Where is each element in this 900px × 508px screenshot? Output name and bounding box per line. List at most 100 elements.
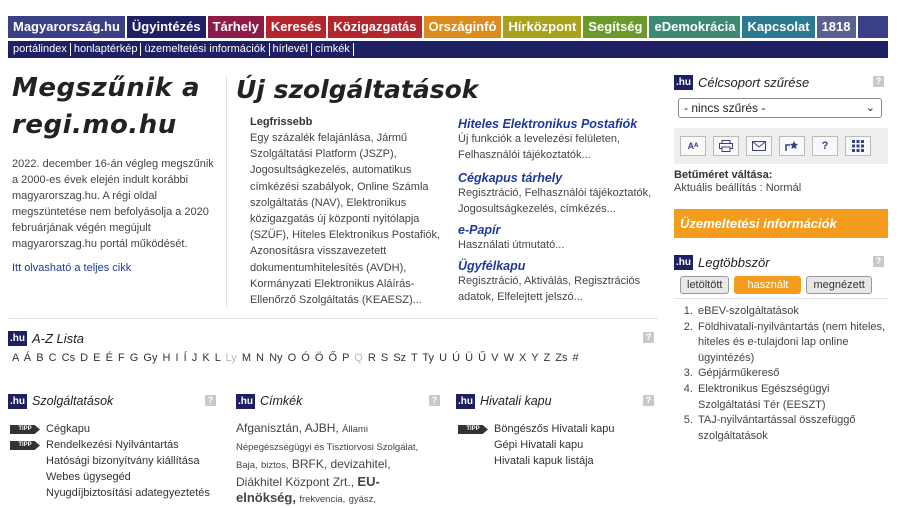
az-letter-6[interactable]: E — [93, 352, 100, 364]
subnav-link-2[interactable]: üzemeltetési információk — [141, 43, 270, 56]
az-letter-10[interactable]: Gy — [143, 352, 157, 364]
list-item[interactable]: TIPP Cégkapu — [8, 421, 220, 437]
service-title[interactable]: Cégkapus tárhely — [458, 170, 658, 186]
bookmark-button[interactable] — [779, 136, 805, 156]
service-title[interactable]: e-Papír — [458, 222, 658, 238]
list-item[interactable]: Hivatali kapuk listája — [456, 453, 658, 469]
az-letter-31[interactable]: Ty — [422, 352, 434, 364]
az-letter-25[interactable]: P — [342, 352, 349, 364]
az-letter-23[interactable]: Ö — [315, 352, 324, 364]
az-letter-7[interactable]: É — [106, 352, 113, 364]
feature-title[interactable]: Megszűnik a regi.mo.hu — [12, 70, 222, 144]
most-tab-2[interactable]: megnézett — [806, 276, 872, 294]
az-letter-18[interactable]: M — [242, 352, 251, 364]
most-tab-1[interactable]: használt — [734, 276, 802, 294]
az-letter-30[interactable]: T — [411, 352, 418, 364]
tag-link[interactable]: Diákhitel Központ Zrt., — [236, 475, 354, 489]
az-letter-20[interactable]: Ny — [269, 352, 282, 364]
az-letter-1[interactable]: Á — [24, 352, 31, 364]
az-letter-14[interactable]: J — [192, 352, 198, 364]
list-item[interactable]: Hatósági bizonyítvány kiállítása — [8, 453, 220, 469]
nav-tab-4[interactable]: Közigazgatás — [328, 16, 424, 38]
tag-link[interactable]: Afganisztán, — [236, 421, 302, 435]
nav-tab-3[interactable]: Keresés — [265, 16, 329, 38]
az-letter-8[interactable]: F — [118, 352, 125, 364]
help-icon[interactable]: ? — [873, 256, 884, 267]
tag-link[interactable]: devizahitel, — [331, 457, 391, 471]
az-letter-39[interactable]: Y — [531, 352, 538, 364]
az-letter-28[interactable]: S — [381, 352, 388, 364]
help-icon[interactable]: ? — [873, 76, 884, 87]
list-item[interactable]: Gépi Hivatali kapu — [456, 437, 658, 453]
subnav-link-0[interactable]: portálindex — [10, 43, 71, 56]
nav-tab-7[interactable]: Segítség — [583, 16, 650, 38]
nav-tab-5[interactable]: Országinfó — [423, 16, 504, 38]
font-size-button[interactable]: Aᴬ — [680, 136, 706, 156]
az-letter-3[interactable]: C — [49, 352, 57, 364]
tag-link[interactable]: AJBH, — [305, 421, 339, 435]
most-list-item[interactable]: Gépjárműkereső — [696, 366, 888, 382]
az-letter-32[interactable]: U — [439, 352, 447, 364]
most-tab-0[interactable]: letöltött — [680, 276, 730, 294]
az-letter-16[interactable]: L — [215, 352, 221, 364]
az-letter-37[interactable]: W — [504, 352, 514, 364]
subnav-link-3[interactable]: hírlevél — [270, 43, 312, 56]
nav-tab-8[interactable]: eDemokrácia — [649, 16, 743, 38]
service-title[interactable]: Ügyfélkapu — [458, 258, 658, 274]
az-letter-9[interactable]: G — [130, 352, 139, 364]
az-letter-42[interactable]: # — [573, 352, 579, 364]
audience-filter-select[interactable]: - nincs szűrés - ⌄ — [678, 98, 882, 118]
new-services-title[interactable]: Új szolgáltatások — [236, 70, 656, 110]
list-item[interactable]: TIPP Böngészős Hivatali kapu — [456, 421, 658, 437]
tag-link[interactable]: biztos, — [261, 460, 288, 471]
operations-info-banner[interactable]: Üzemeltetési információk — [674, 209, 888, 238]
nav-tab-9[interactable]: Kapcsolat — [742, 16, 817, 38]
az-letter-12[interactable]: I — [176, 352, 179, 364]
subnav-link-4[interactable]: címkék — [312, 43, 354, 56]
nav-tab-6[interactable]: Hírközpont — [503, 16, 584, 38]
nav-tab-10[interactable]: 1818 — [816, 16, 858, 38]
help-icon[interactable]: ? — [429, 395, 440, 406]
az-letter-33[interactable]: Ú — [452, 352, 460, 364]
az-letter-41[interactable]: Zs — [555, 352, 567, 364]
most-list-item[interactable]: Elektronikus Egészségügyi Szolgáltatási … — [696, 382, 888, 413]
az-letter-2[interactable]: B — [36, 352, 43, 364]
az-letter-19[interactable]: N — [256, 352, 264, 364]
tag-link[interactable]: Baja, — [236, 460, 258, 471]
az-letter-22[interactable]: Ó — [301, 352, 310, 364]
nav-tab-2[interactable]: Tárhely — [207, 16, 266, 38]
help-button[interactable]: ? — [812, 136, 838, 156]
apps-button[interactable] — [845, 136, 871, 156]
az-letter-40[interactable]: Z — [543, 352, 550, 364]
help-icon[interactable]: ? — [643, 332, 654, 343]
most-list-item[interactable]: Földhivatali-nyilvántartás (nem hiteles,… — [696, 320, 888, 367]
help-icon[interactable]: ? — [205, 395, 216, 406]
az-letter-21[interactable]: O — [288, 352, 297, 364]
az-letter-36[interactable]: V — [491, 352, 498, 364]
az-letter-24[interactable]: Ő — [328, 352, 337, 364]
az-letter-15[interactable]: K — [202, 352, 209, 364]
read-more-link[interactable]: Itt olvasható a teljes cikk — [12, 262, 222, 274]
az-letter-4[interactable]: Cs — [62, 352, 75, 364]
help-icon[interactable]: ? — [643, 395, 654, 406]
tag-link[interactable]: frekvencia, — [299, 494, 345, 505]
az-letter-11[interactable]: H — [163, 352, 171, 364]
most-list-item[interactable]: eBEV-szolgáltatások — [696, 304, 888, 320]
list-item[interactable]: Webes ügysegéd — [8, 469, 220, 485]
az-letter-5[interactable]: D — [80, 352, 88, 364]
service-title[interactable]: Hiteles Elektronikus Postafiók — [458, 116, 658, 132]
list-item[interactable]: TIPP Rendelkezési Nyilvántartás — [8, 437, 220, 453]
az-letter-27[interactable]: R — [368, 352, 376, 364]
az-letter-34[interactable]: Ü — [465, 352, 473, 364]
nav-tab-1[interactable]: Ügyintézés — [126, 16, 208, 38]
az-letter-35[interactable]: Ű — [478, 352, 486, 364]
list-item[interactable]: Nyugdíjbiztosítási adategyeztetés — [8, 485, 220, 501]
az-letter-13[interactable]: Í — [184, 352, 187, 364]
az-letter-38[interactable]: X — [519, 352, 526, 364]
email-button[interactable] — [746, 136, 772, 156]
tag-link[interactable]: BRFK, — [292, 457, 327, 471]
print-button[interactable] — [713, 136, 739, 156]
az-letter-29[interactable]: Sz — [393, 352, 406, 364]
nav-tab-0[interactable]: Magyarország.hu — [8, 16, 127, 38]
subnav-link-1[interactable]: honlaptérkép — [71, 43, 142, 56]
